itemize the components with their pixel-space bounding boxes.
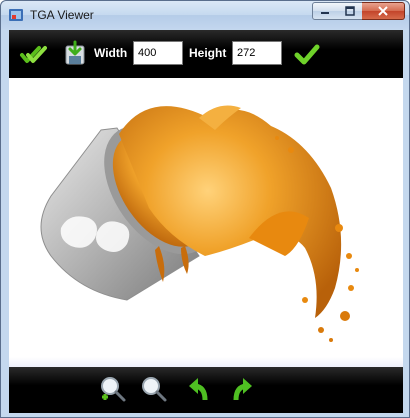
width-label: Width — [94, 46, 128, 60]
minimize-button[interactable] — [312, 2, 338, 20]
zoom-out-icon[interactable] — [140, 375, 168, 403]
zoom-in-icon[interactable] — [99, 375, 127, 403]
close-icon — [378, 6, 388, 16]
image-canvas[interactable] — [9, 78, 403, 367]
top-toolbar: Width Height — [9, 30, 403, 78]
close-button[interactable] — [362, 2, 405, 20]
app-icon — [9, 9, 23, 21]
height-label: Height — [189, 46, 227, 60]
save-download-icon[interactable] — [61, 40, 89, 68]
app-window: TGA Viewer Width Height — [0, 0, 410, 418]
rotate-left-icon[interactable] — [185, 375, 213, 403]
maximize-button[interactable] — [337, 2, 363, 20]
canvas-footer-shade — [9, 357, 403, 367]
height-input[interactable] — [232, 41, 282, 65]
title-bar[interactable]: TGA Viewer — [1, 1, 409, 29]
width-input[interactable] — [133, 41, 183, 65]
maximize-icon — [344, 6, 355, 16]
check-icon[interactable] — [293, 40, 321, 68]
minimize-icon — [321, 12, 329, 14]
paint-bucket-image — [40, 105, 359, 342]
window-title: TGA Viewer — [30, 8, 94, 22]
double-check-icon[interactable] — [19, 40, 47, 68]
bottom-toolbar — [9, 367, 403, 413]
rotate-right-icon[interactable] — [228, 375, 256, 403]
